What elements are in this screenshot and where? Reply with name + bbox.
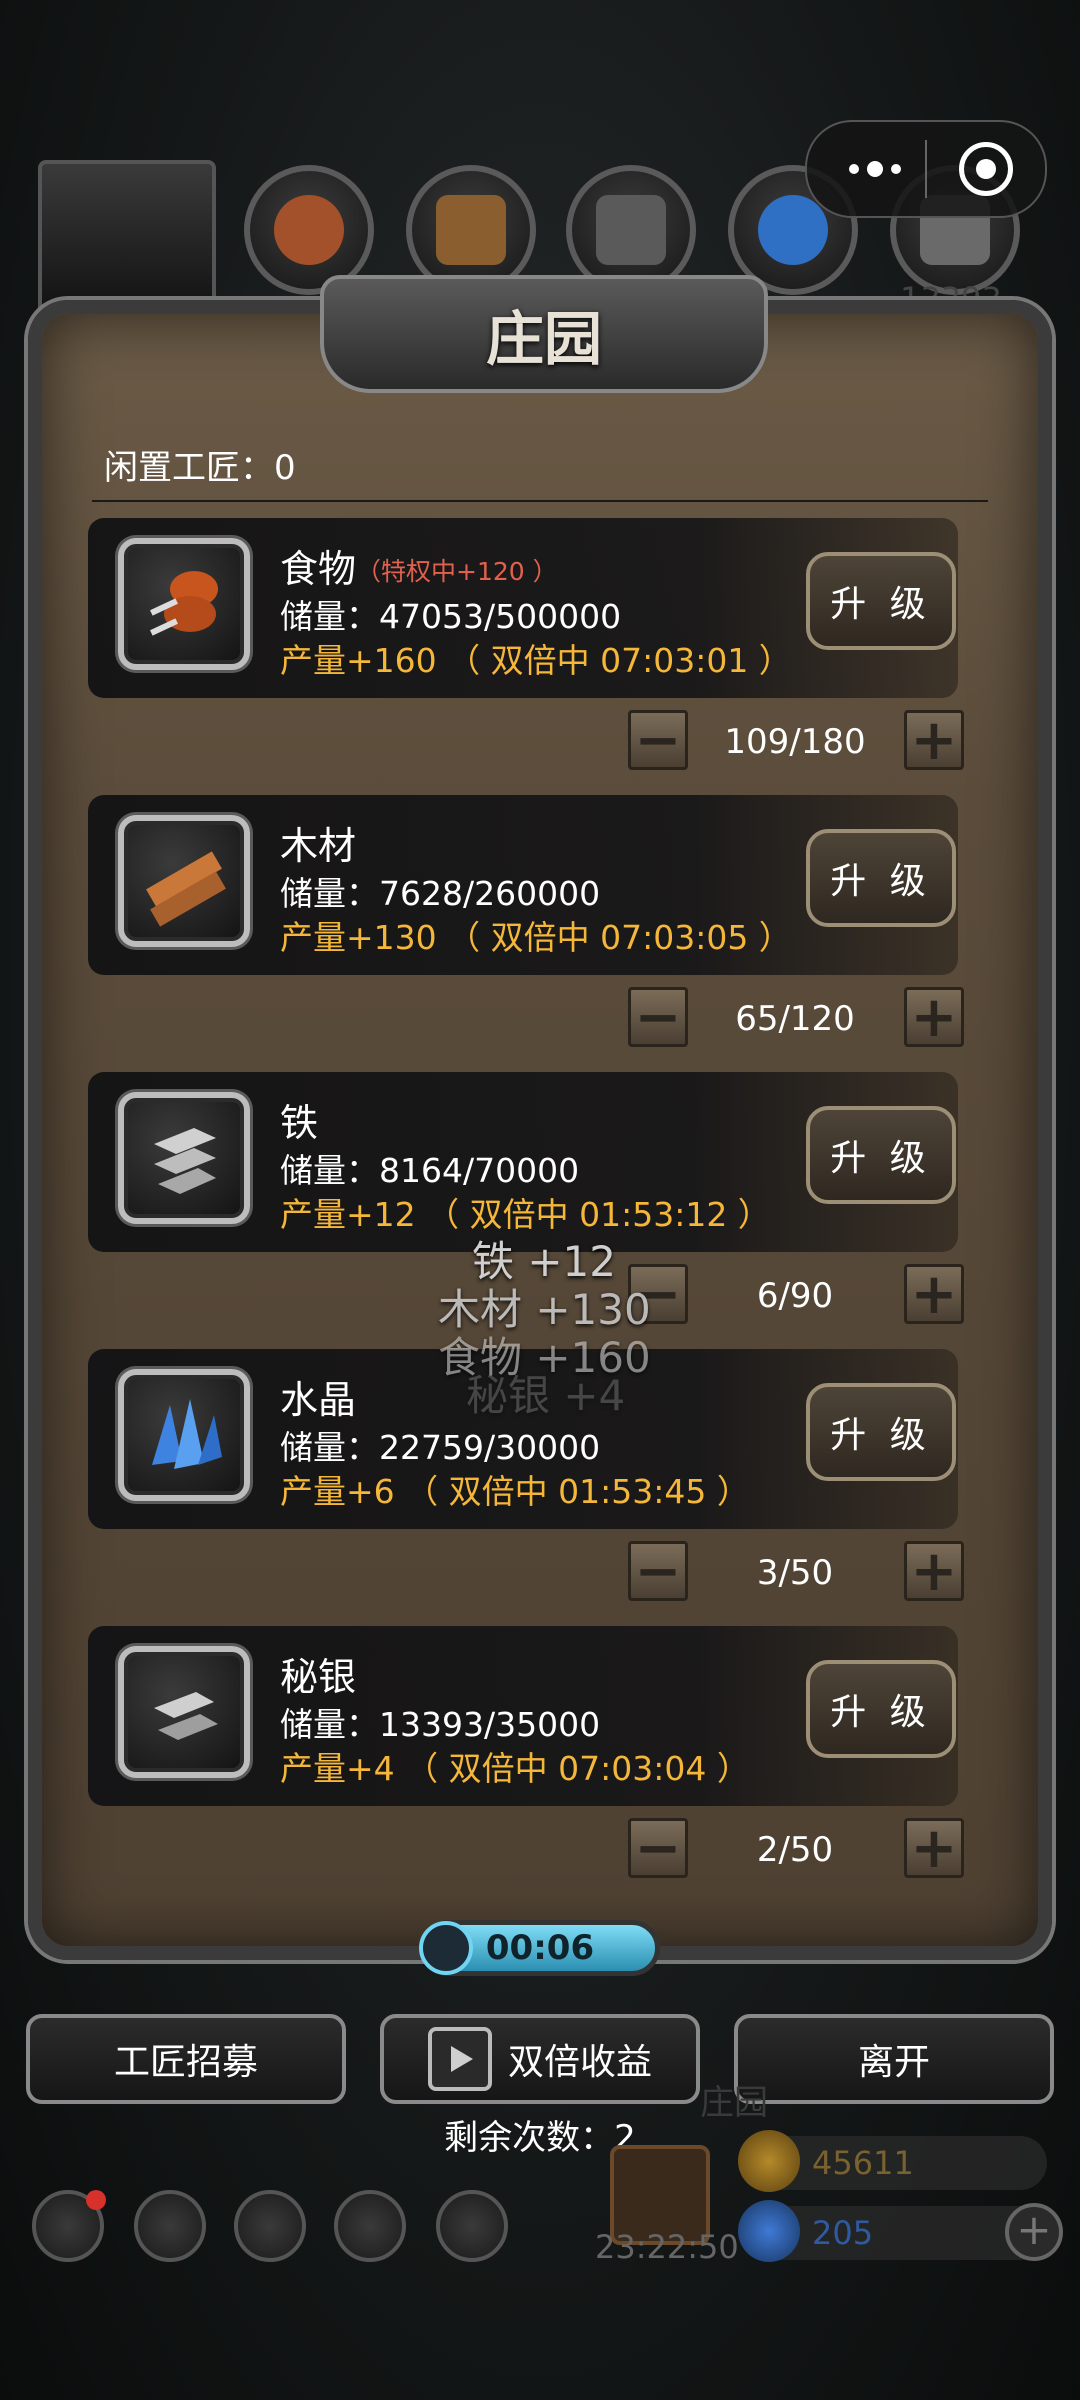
leave-button[interactable]: 离开: [734, 2014, 1054, 2104]
production-text: 产量+4 （ 双倍中 07:03:04 ）: [280, 1749, 750, 1788]
leave-label: 离开: [857, 2042, 930, 2083]
floating-gain-mithril: 秘银 +4: [466, 1371, 626, 1420]
iron-ingot-icon: [118, 1092, 250, 1224]
play-video-icon: [427, 2027, 492, 2091]
resource-name: 木材: [280, 824, 357, 868]
resource-name: 铁: [280, 1101, 319, 1145]
production-text: 产量+130 （ 双倍中 07:03:05 ）: [280, 918, 792, 957]
crystal-icon: [118, 1369, 250, 1501]
production-text: 产量+6 （ 双倍中 01:53:45 ）: [280, 1472, 750, 1511]
increase-workers-button[interactable]: +: [904, 1539, 964, 1604]
recruit-craftsmen-button[interactable]: 工匠招募: [26, 2014, 346, 2104]
recruit-label: 工匠招募: [113, 2042, 258, 2083]
timer-value: 00:06: [485, 1928, 595, 1968]
resource-name: 秘银: [280, 1655, 357, 1699]
clock-icon: [419, 1921, 473, 1975]
double-income-button[interactable]: 双倍收益: [380, 2014, 700, 2104]
worker-count: 109/180: [724, 722, 866, 762]
increase-workers-button[interactable]: +: [904, 985, 964, 1050]
mail-icon[interactable]: [334, 2190, 406, 2262]
mithril-ingot-icon: [118, 1646, 250, 1778]
resource-name: 食物: [280, 547, 357, 591]
target-circle-icon[interactable]: [959, 142, 1013, 196]
increase-workers-button[interactable]: +: [904, 1262, 964, 1327]
panel-title-plate: 庄园: [320, 275, 768, 393]
idle-craftsmen-label: 闲置工匠：0: [104, 448, 296, 488]
decrease-workers-button[interactable]: −: [628, 1816, 688, 1881]
storage-text: 储量：8164/70000: [280, 1151, 580, 1190]
production-text: 产量+160 （ 双倍中 07:03:01 ）: [280, 641, 792, 680]
gem-icon: [738, 2200, 800, 2262]
upgrade-button[interactable]: 升 级: [806, 1660, 956, 1758]
wood-planks-icon: [118, 815, 250, 947]
increase-workers-button[interactable]: +: [904, 708, 964, 773]
gold-bar: 45611: [738, 2130, 1047, 2192]
resource-row-food: 食物 （特权中+120 ） 储量：47053/500000 产量+160 （ 双…: [88, 518, 958, 698]
miniprogram-capsule: [805, 120, 1047, 218]
more-dots-icon[interactable]: [835, 122, 915, 216]
double-income-label: 双倍收益: [507, 2042, 652, 2083]
decrease-workers-button[interactable]: −: [628, 1539, 688, 1604]
food-drumstick-icon: [118, 538, 250, 670]
resource-row-wood: 木材 储量：7628/260000 产量+130 （ 双倍中 07:03:05 …: [88, 795, 958, 975]
panel-title: 庄园: [485, 305, 602, 373]
achievement-star-icon[interactable]: [134, 2190, 206, 2262]
upgrade-button[interactable]: 升 级: [806, 1383, 956, 1481]
worker-count: 65/120: [735, 999, 855, 1039]
gift-countdown: 23:22:50: [595, 2228, 739, 2266]
worker-count: 3/50: [756, 1553, 834, 1593]
resource-row-iron: 铁 储量：8164/70000 产量+12 （ 双倍中 01:53:12 ） 升…: [88, 1072, 958, 1252]
gold-value: 45611: [812, 2144, 914, 2182]
map-icon[interactable]: [234, 2190, 306, 2262]
resource-row-mithril: 秘银 储量：13393/35000 产量+4 （ 双倍中 07:03:04 ） …: [88, 1626, 958, 1806]
gem-value: 205: [812, 2214, 874, 2252]
decrease-workers-button[interactable]: −: [628, 985, 688, 1050]
add-currency-button[interactable]: +: [1005, 2203, 1063, 2261]
privilege-bonus: （特权中+120 ）: [356, 557, 558, 586]
notification-dot: [86, 2190, 106, 2210]
handshake-icon[interactable]: [436, 2190, 508, 2262]
worker-count: 6/90: [756, 1276, 834, 1316]
worker-count: 2/50: [756, 1830, 834, 1870]
player-avatar[interactable]: [38, 160, 216, 318]
upgrade-button[interactable]: 升 级: [806, 829, 956, 927]
storage-text: 储量：47053/500000: [280, 597, 622, 636]
gem-bar: 205: [738, 2200, 1047, 2262]
upgrade-button[interactable]: 升 级: [806, 1106, 956, 1204]
resource-name: 水晶: [280, 1378, 357, 1422]
increase-workers-button[interactable]: +: [904, 1816, 964, 1881]
collect-timer: 00:06: [419, 1920, 660, 1976]
storage-text: 储量：22759/30000: [280, 1428, 601, 1467]
bg-manor-label: 庄园: [700, 2083, 768, 2123]
divider: [92, 500, 988, 502]
decrease-workers-button[interactable]: −: [628, 708, 688, 773]
storage-text: 储量：7628/260000: [280, 874, 601, 913]
upgrade-button[interactable]: 升 级: [806, 552, 956, 650]
capsule-divider: [925, 140, 927, 198]
storage-text: 储量：13393/35000: [280, 1705, 601, 1744]
gold-coin-icon: [738, 2130, 800, 2192]
